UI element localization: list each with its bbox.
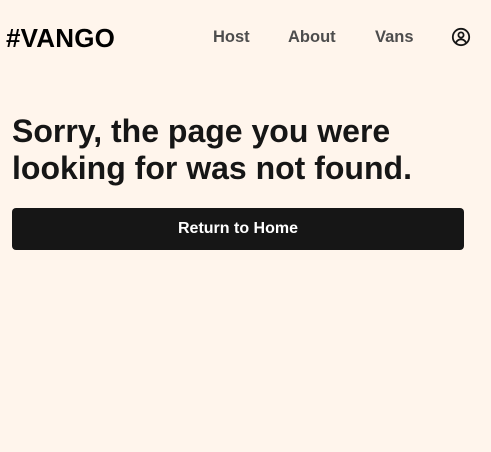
- return-home-button[interactable]: Return to Home: [12, 208, 464, 250]
- nav-link-vans[interactable]: Vans: [375, 27, 414, 47]
- page: #VANGO Host About Vans Sorry, the page y…: [0, 0, 491, 452]
- site-header: #VANGO Host About Vans: [0, 0, 491, 76]
- user-circle-icon[interactable]: [451, 27, 471, 47]
- nav-link-host[interactable]: Host: [213, 27, 250, 47]
- not-found-title: Sorry, the page you were looking for was…: [12, 113, 412, 186]
- site-logo[interactable]: #VANGO: [6, 22, 115, 54]
- nav-link-about[interactable]: About: [288, 27, 336, 47]
